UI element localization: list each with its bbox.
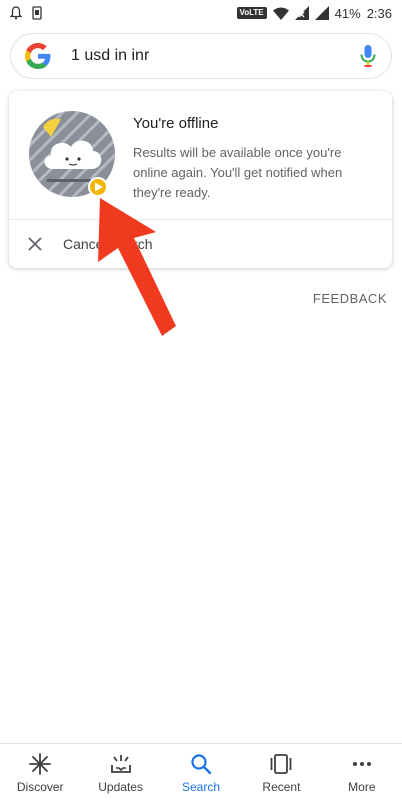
status-bar: VoLTE 41% 2:36 [0, 0, 402, 26]
offline-card: You're offline Results will be available… [9, 91, 392, 268]
updates-icon [110, 755, 131, 773]
close-icon [28, 237, 42, 251]
nav-recent-label: Recent [262, 780, 301, 794]
bottom-navigation: Discover Updates Search Recent More [0, 743, 402, 802]
status-left [10, 6, 42, 20]
cancel-search-label: Cancel search [63, 236, 153, 252]
notification-bell-icon [10, 6, 22, 20]
signal-off-icon [294, 6, 309, 20]
nav-updates[interactable]: Updates [80, 744, 160, 802]
volte-badge: VoLTE [236, 7, 267, 19]
offline-message: Results will be available once you're on… [133, 145, 343, 200]
more-icon [352, 762, 371, 766]
nav-search-label: Search [182, 780, 221, 794]
search-bar[interactable]: 1 usd in inr [10, 33, 392, 79]
offline-title: You're offline [133, 115, 219, 132]
clock-time: 2:36 [366, 5, 392, 21]
microphone-icon[interactable] [359, 44, 377, 68]
search-icon [191, 754, 212, 775]
feedback-link[interactable]: FEEDBACK [313, 291, 387, 306]
wifi-icon [272, 7, 289, 20]
offline-cloud-illustration [29, 111, 115, 197]
nav-updates-label: Updates [98, 780, 143, 794]
nav-more[interactable]: More [322, 744, 402, 802]
sim-card-icon [32, 6, 42, 20]
nav-search[interactable]: Search [161, 744, 241, 802]
nav-discover[interactable]: Discover [0, 744, 80, 802]
google-logo-icon [25, 43, 51, 69]
search-input[interactable]: 1 usd in inr [71, 47, 359, 65]
status-right: VoLTE 41% 2:36 [236, 5, 392, 21]
nav-recent[interactable]: Recent [241, 744, 321, 802]
signal-icon [314, 6, 329, 20]
discover-icon [29, 753, 52, 775]
cancel-search-button[interactable]: Cancel search [9, 220, 392, 268]
recent-icon [271, 754, 292, 774]
battery-percent: 41% [334, 5, 361, 21]
nav-discover-label: Discover [16, 780, 64, 794]
nav-more-label: More [348, 780, 376, 794]
